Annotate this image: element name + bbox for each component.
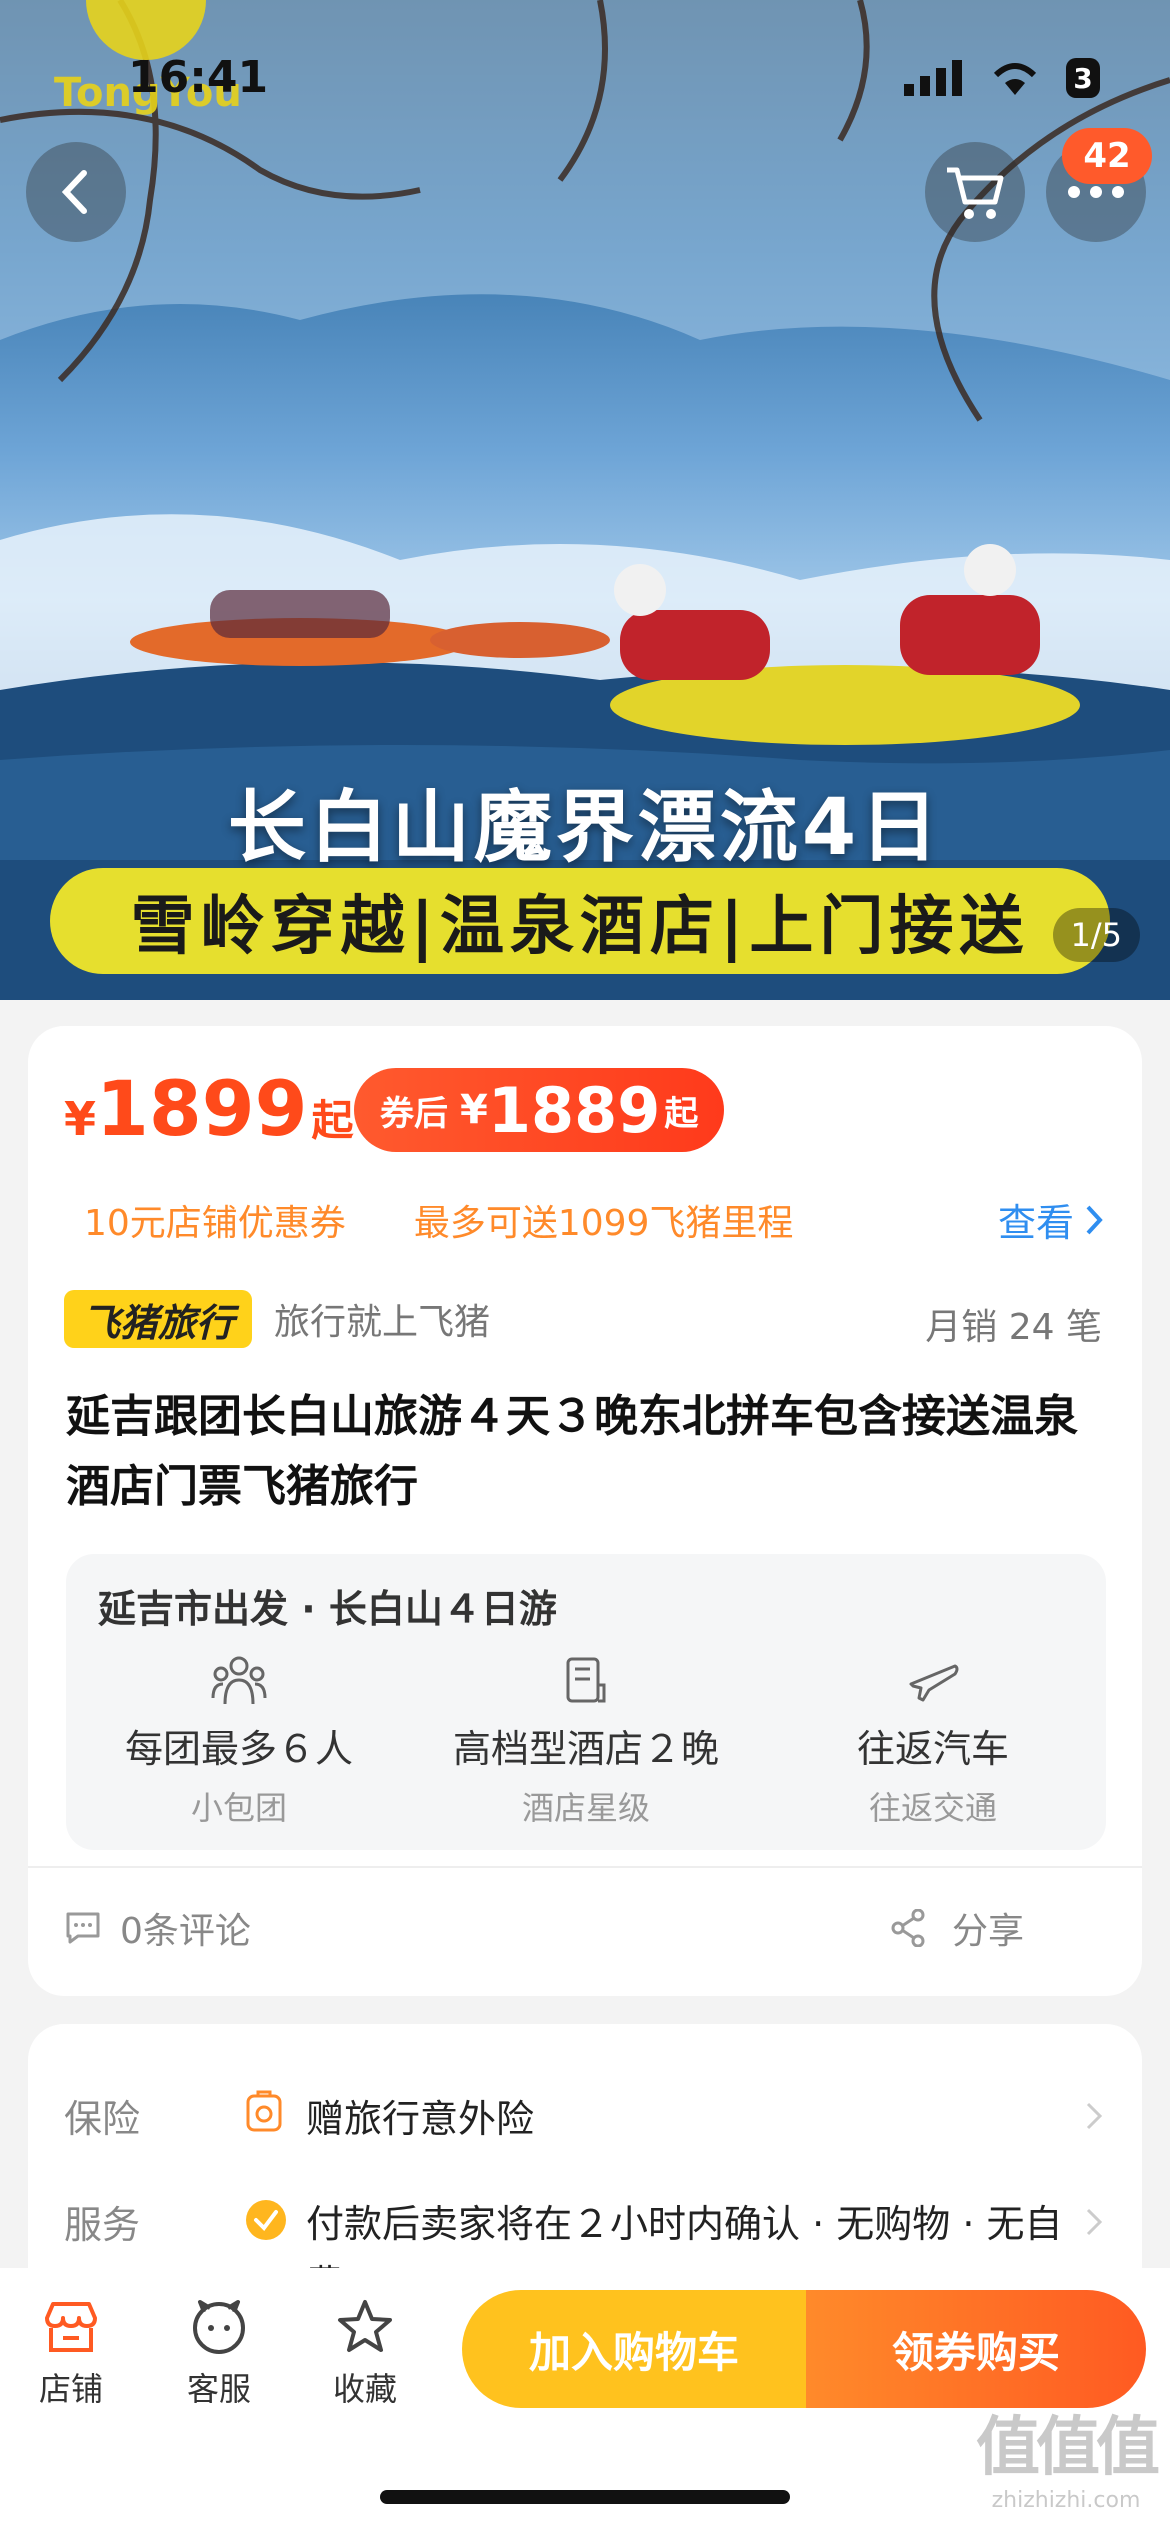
wifi-icon xyxy=(993,63,1037,95)
share-icon xyxy=(891,1909,925,1947)
status-bar: TongYou 16:41 3 xyxy=(0,0,1170,150)
tab-favorite[interactable]: 收藏 xyxy=(310,2298,420,2410)
service-row[interactable]: 服务 付款后卖家将在２小时内确认 · 无购物 · 无自费 xyxy=(64,2194,1104,2306)
product-title: 延吉跟团长白山旅游４天３晚东北拼车包含接送温泉酒店门票飞猪旅行 xyxy=(66,1391,1078,1512)
store-icon xyxy=(45,2302,97,2352)
coupon-price-badge[interactable]: 券后 ¥1889 起 xyxy=(354,1068,725,1152)
add-to-cart-button[interactable]: 加入购物车 xyxy=(462,2290,806,2408)
share-button[interactable]: 分享 xyxy=(890,1902,1024,1954)
brand-row[interactable]: 飞猪旅行 旅行就上飞猪 xyxy=(64,1290,490,1348)
watermark-logo xyxy=(86,0,206,60)
tour-info-box[interactable]: 延吉市出发 · 长白山４日游 每团最多６人 小包团 高档型酒店２晚 酒店星级 往… xyxy=(66,1554,1106,1850)
status-icons: 3 xyxy=(904,58,1100,98)
hotel-icon xyxy=(566,1657,606,1703)
comments-link[interactable]: 0条评论 xyxy=(64,1902,251,1954)
signal-icon xyxy=(904,60,962,96)
status-time: 16:41 xyxy=(128,52,269,103)
chevron-right-icon xyxy=(1086,2102,1103,2130)
group-icon xyxy=(211,1656,267,1705)
view-promos-link[interactable]: 查看 xyxy=(998,1192,1106,1247)
claim-coupon-buy-button[interactable]: 领券购买 xyxy=(806,2290,1146,2408)
back-button[interactable] xyxy=(26,142,126,242)
more-dots-icon xyxy=(1068,186,1124,198)
info-hotel: 高档型酒店２晚 酒店星级 xyxy=(413,1650,759,1829)
plane-icon xyxy=(909,1664,959,1702)
home-indicator xyxy=(380,2490,790,2504)
hero-image[interactable]: TongYou 16:41 3 42 长白山魔界漂流4日 雪岭穿越|温泉酒店|上… xyxy=(0,0,1170,1000)
comment-icon xyxy=(66,1912,100,1944)
price: ¥1899起 xyxy=(64,1064,354,1153)
cart-icon xyxy=(947,167,1004,219)
promo-list: 10元店铺优惠券 最多可送1099飞猪里程 xyxy=(84,1194,793,1246)
site-watermark: 值值值 zhizhizhi.com xyxy=(976,2411,1160,2513)
service-icon xyxy=(193,2300,245,2354)
chevron-left-icon xyxy=(61,170,87,214)
insurance-icon xyxy=(246,2090,282,2132)
promo-item: 10元店铺优惠券 xyxy=(84,1203,346,1244)
cart-button[interactable] xyxy=(925,142,1025,242)
hero-title: 长白山魔界漂流4日 xyxy=(227,783,943,873)
info-group-size: 每团最多６人 小包团 xyxy=(66,1650,412,1829)
chevron-right-icon xyxy=(1086,2208,1103,2236)
promo-item: 最多可送1099飞猪里程 xyxy=(413,1203,794,1244)
fliggy-logo: 飞猪旅行 xyxy=(64,1290,253,1348)
divider xyxy=(28,1866,1142,1868)
brand-slogan: 旅行就上飞猪 xyxy=(274,1302,491,1343)
battery-icon: 3 xyxy=(1066,58,1100,98)
monthly-sales: 月销 24 笔 xyxy=(925,1307,1102,1348)
tab-customer-service[interactable]: 客服 xyxy=(164,2298,274,2410)
check-icon xyxy=(246,2200,286,2240)
product-card: ¥1899起 券后 ¥1889 起 10元店铺优惠券 最多可送1099飞猪里程 查… xyxy=(28,1026,1142,1996)
tour-info-header: 延吉市出发 · 长白山４日游 xyxy=(98,1587,557,1631)
tab-store[interactable]: 店铺 xyxy=(16,2298,126,2410)
hero-banner: 雪岭穿越|温泉酒店|上门接送 xyxy=(50,868,1110,974)
insurance-row[interactable]: 保险 赠旅行意外险 xyxy=(64,2088,1104,2148)
chevron-right-icon xyxy=(1086,1205,1103,1234)
image-pager: 1/5 xyxy=(1052,908,1140,962)
cart-badge: 42 xyxy=(1062,128,1152,184)
info-transport: 往返汽车 往返交通 xyxy=(760,1650,1106,1829)
price-main: ¥1899起 xyxy=(64,1064,354,1153)
star-icon xyxy=(338,2300,392,2352)
